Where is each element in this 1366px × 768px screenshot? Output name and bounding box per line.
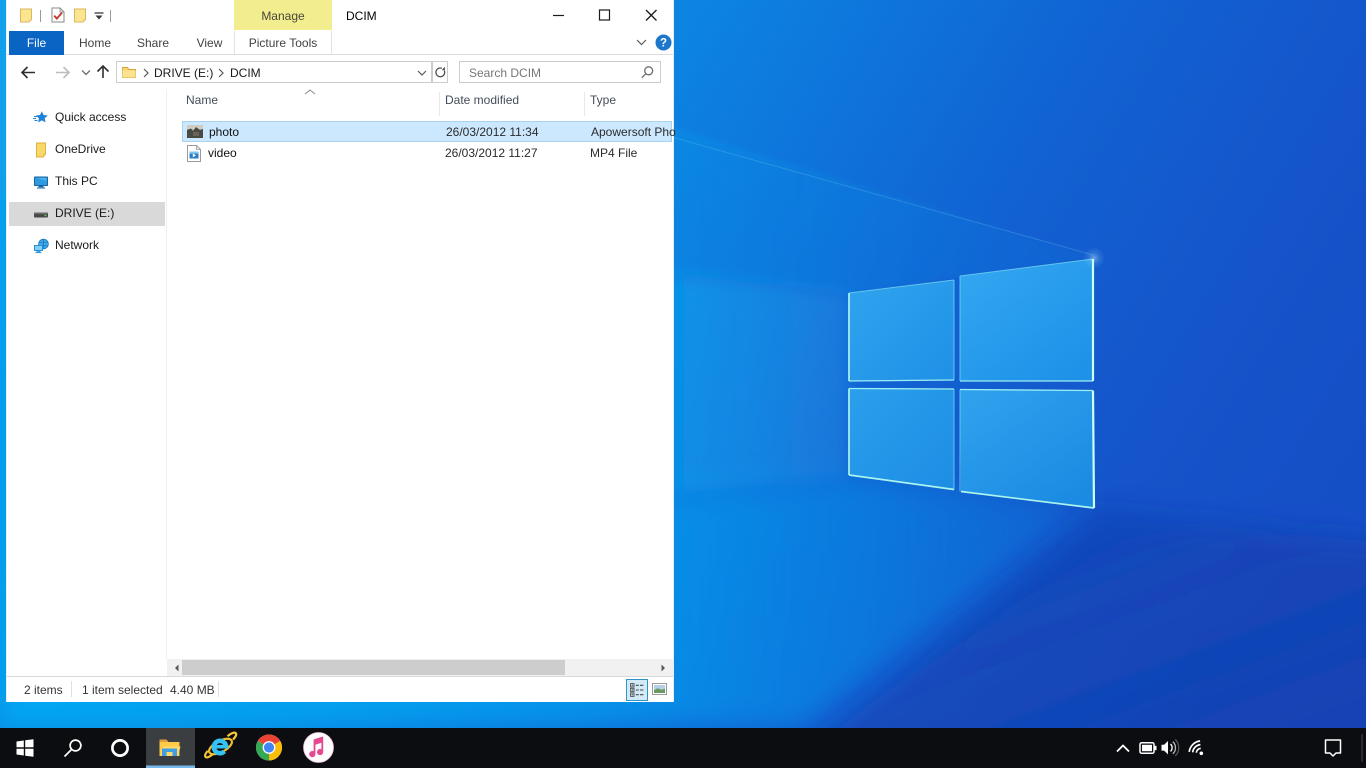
svg-text:?: ? [660, 38, 667, 50]
